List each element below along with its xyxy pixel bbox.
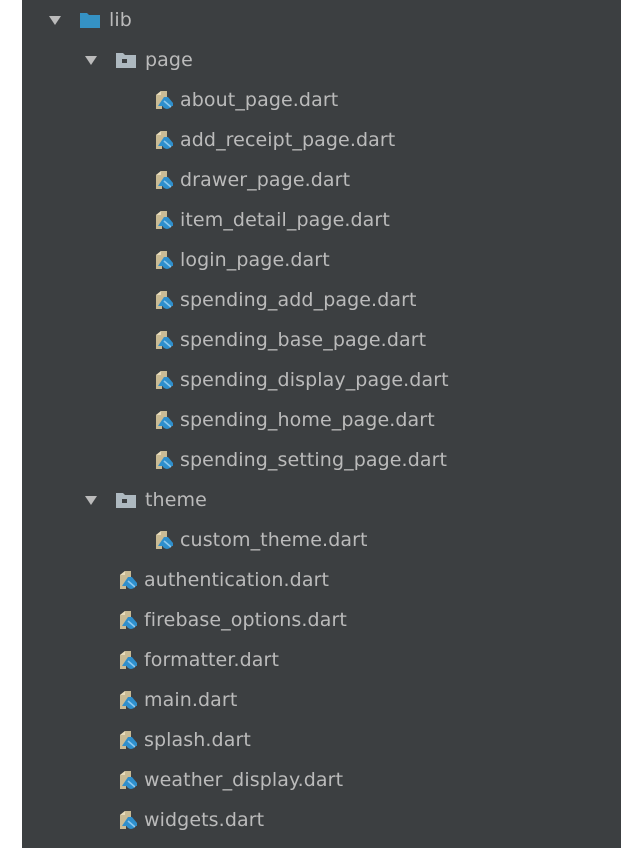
dart-file-icon xyxy=(117,609,139,631)
dart-file-icon xyxy=(117,649,139,671)
expand-arrow-icon[interactable] xyxy=(46,0,64,40)
dart-file-icon xyxy=(153,369,175,391)
folder-item-lib[interactable]: lib xyxy=(22,0,623,40)
file-item-spending-base-page[interactable]: spending_base_page.dart xyxy=(22,320,623,360)
dart-file-icon xyxy=(117,769,139,791)
file-name: login_page.dart xyxy=(180,249,330,271)
file-item-authentication[interactable]: authentication.dart xyxy=(22,560,623,600)
file-name: spending_setting_page.dart xyxy=(180,449,448,471)
file-name: main.dart xyxy=(144,689,238,711)
dart-file-icon xyxy=(153,129,175,151)
folder-name: theme xyxy=(145,489,207,511)
file-item-main[interactable]: main.dart xyxy=(22,680,623,720)
file-name: spending_base_page.dart xyxy=(180,329,427,351)
dart-file-icon xyxy=(153,249,175,271)
expand-arrow-icon[interactable] xyxy=(82,480,100,520)
file-item-about-page[interactable]: about_page.dart xyxy=(22,80,623,120)
file-item-custom-theme[interactable]: custom_theme.dart xyxy=(22,520,623,560)
file-name: drawer_page.dart xyxy=(180,169,351,191)
folder-name: lib xyxy=(109,9,132,31)
file-name: authentication.dart xyxy=(144,569,330,591)
file-name: firebase_options.dart xyxy=(144,609,347,631)
dart-file-icon xyxy=(117,569,139,591)
dart-file-icon xyxy=(117,689,139,711)
file-item-spending-home-page[interactable]: spending_home_page.dart xyxy=(22,400,623,440)
file-item-weather-display[interactable]: weather_display.dart xyxy=(22,760,623,800)
folder-icon xyxy=(79,9,101,31)
file-name: weather_display.dart xyxy=(144,769,344,791)
file-name: spending_display_page.dart xyxy=(180,369,449,391)
file-item-drawer-page[interactable]: drawer_page.dart xyxy=(22,160,623,200)
package-folder-icon xyxy=(115,489,137,511)
dart-file-icon xyxy=(153,89,175,111)
file-name: item_detail_page.dart xyxy=(180,209,390,231)
file-name: spending_add_page.dart xyxy=(180,289,417,311)
file-name: about_page.dart xyxy=(180,89,339,111)
file-name: spending_home_page.dart xyxy=(180,409,435,431)
expand-arrow-icon[interactable] xyxy=(82,40,100,80)
file-item-firebase-options[interactable]: firebase_options.dart xyxy=(22,600,623,640)
dart-file-icon xyxy=(153,169,175,191)
file-name: splash.dart xyxy=(144,729,251,751)
file-item-splash[interactable]: splash.dart xyxy=(22,720,623,760)
dart-file-icon xyxy=(153,409,175,431)
dart-file-icon xyxy=(153,449,175,471)
file-item-spending-add-page[interactable]: spending_add_page.dart xyxy=(22,280,623,320)
dart-file-icon xyxy=(153,209,175,231)
file-name: custom_theme.dart xyxy=(180,529,368,551)
folder-name: page xyxy=(145,49,193,71)
file-item-spending-display-page[interactable]: spending_display_page.dart xyxy=(22,360,623,400)
dart-file-icon xyxy=(153,529,175,551)
file-item-login-page[interactable]: login_page.dart xyxy=(22,240,623,280)
file-item-widgets[interactable]: widgets.dart xyxy=(22,800,623,840)
file-item-spending-setting-page[interactable]: spending_setting_page.dart xyxy=(22,440,623,480)
dart-file-icon xyxy=(153,329,175,351)
file-name: widgets.dart xyxy=(144,809,265,831)
file-item-formatter[interactable]: formatter.dart xyxy=(22,640,623,680)
folder-item-page[interactable]: page xyxy=(22,40,623,80)
file-item-add-receipt-page[interactable]: add_receipt_page.dart xyxy=(22,120,623,160)
file-item-item-detail-page[interactable]: item_detail_page.dart xyxy=(22,200,623,240)
dart-file-icon xyxy=(153,289,175,311)
project-tree-panel: lib page about_page.dart add_receipt_page.d… xyxy=(22,0,621,848)
file-name: formatter.dart xyxy=(144,649,280,671)
package-folder-icon xyxy=(115,49,137,71)
dart-file-icon xyxy=(117,729,139,751)
file-name: add_receipt_page.dart xyxy=(180,129,396,151)
folder-item-theme[interactable]: theme xyxy=(22,480,623,520)
dart-file-icon xyxy=(117,809,139,831)
